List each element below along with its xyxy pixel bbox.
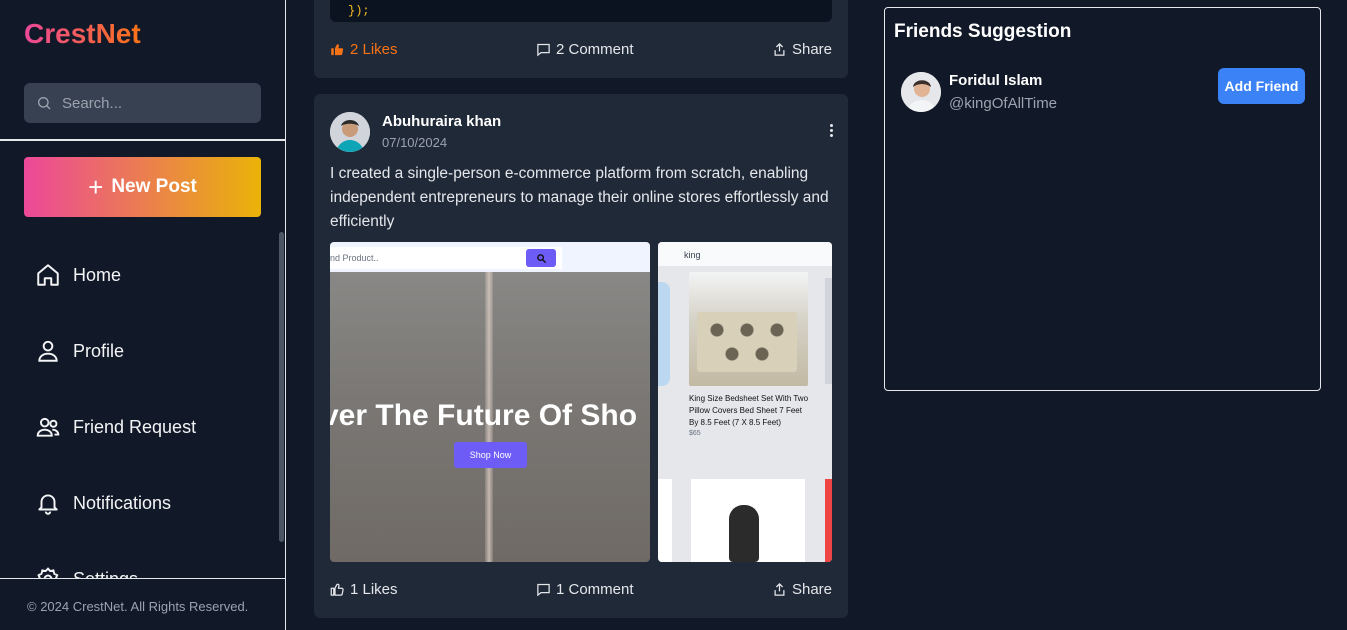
product-image-headphones	[691, 479, 805, 562]
sidebar-item-friend-request[interactable]: Friend Request	[35, 414, 196, 440]
post-author: Abuhuraira khan 07/10/2024	[330, 112, 501, 152]
friends-suggestion-panel: Friends Suggestion Foridul Islam @kingOf…	[884, 7, 1321, 391]
author-name[interactable]: Abuhuraira khan	[382, 113, 501, 130]
product-thumbnail	[658, 479, 672, 562]
home-icon	[37, 264, 59, 286]
product-title: King Size Bedsheet Set With Two Pillow C…	[689, 394, 809, 427]
sidebar-nav: Home Profile Friend Request Notification…	[0, 238, 278, 578]
sidebar-item-label: Profile	[73, 340, 125, 361]
post-card: Abuhuraira khan 07/10/2024 I created a s…	[314, 94, 848, 618]
share-label: Share	[791, 581, 832, 598]
search-input[interactable]	[62, 94, 242, 112]
sidebar-item-notifications[interactable]: Notifications	[35, 490, 171, 516]
thumbs-up-icon	[331, 44, 344, 56]
sidebar-item-label: Friend Request	[73, 416, 197, 437]
sidebar-item-label: Home	[73, 264, 122, 285]
footer-divider	[0, 578, 286, 579]
friend-name[interactable]: Foridul Islam	[949, 72, 1057, 89]
post-actions: 1 Likes 1 Comment Share	[330, 581, 832, 598]
new-post-button[interactable]: + New Post	[24, 157, 261, 217]
post-image[interactable]: king King Size Bedsheet Set With Two Pil…	[658, 242, 832, 562]
post-actions: 2 Likes 2 Comment Share	[330, 41, 832, 58]
new-post-label: New Post	[111, 176, 197, 197]
comments-count: 1 Comment	[555, 581, 634, 598]
product-price: $65	[689, 430, 701, 437]
add-friend-button[interactable]: Add Friend	[1218, 68, 1305, 104]
comment-button[interactable]: 2 Comment	[536, 41, 634, 58]
search-icon	[38, 97, 51, 110]
post-date: 07/10/2024	[382, 135, 448, 150]
user-icon	[38, 340, 58, 362]
comment-button[interactable]: 1 Comment	[536, 581, 634, 598]
panel-title: Friends Suggestion	[894, 21, 1072, 42]
share-label: Share	[791, 41, 832, 58]
post-card: }); 2 Likes 2 Comment Share	[314, 0, 848, 78]
comment-icon	[537, 583, 550, 597]
comment-icon	[537, 43, 550, 57]
search-box[interactable]	[24, 83, 261, 123]
image-search-query: king	[684, 250, 701, 260]
image-search-bar: king	[658, 242, 832, 266]
sidebar-item-label: Settings	[73, 569, 138, 579]
thumbs-up-icon	[330, 583, 344, 596]
more-options-icon[interactable]	[830, 124, 834, 137]
product-thumbnail	[825, 278, 832, 384]
comments-count: 2 Comment	[555, 41, 634, 58]
product-thumbnail	[825, 479, 832, 562]
like-button[interactable]: 2 Likes	[330, 41, 398, 58]
code-snippet-image: });	[330, 0, 832, 22]
sidebar: CrestNet + New Post Home Profile Friend …	[0, 0, 286, 630]
gear-icon	[37, 567, 59, 578]
sidebar-item-home[interactable]: Home	[35, 262, 121, 288]
copyright-footer: © 2024 CrestNet. All Rights Reserved.	[27, 599, 249, 614]
users-icon	[36, 417, 60, 437]
friend-suggestion-item: Foridul Islam @kingOfAllTime	[901, 72, 1057, 112]
post-text: I created a single-person e-commerce pla…	[330, 165, 829, 230]
share-icon	[774, 42, 785, 56]
image-shop-button: Shop Now	[454, 442, 527, 468]
image-search-bar: nd Product..	[330, 242, 650, 272]
bell-icon	[38, 494, 58, 515]
product-image-bedsheet	[689, 272, 808, 386]
sidebar-scrollbar[interactable]	[279, 232, 284, 542]
share-icon	[774, 582, 785, 596]
like-button[interactable]: 1 Likes	[330, 581, 398, 598]
avatar[interactable]	[901, 72, 941, 112]
share-button[interactable]: Share	[772, 41, 832, 58]
likes-count: 2 Likes	[350, 41, 398, 58]
image-headline: ver The Future Of Sho	[330, 399, 638, 432]
search-icon	[526, 249, 556, 267]
app-logo[interactable]: CrestNet	[24, 18, 141, 50]
sidebar-item-label: Notifications	[73, 492, 172, 513]
plus-icon: +	[88, 172, 104, 202]
sidebar-item-settings[interactable]: Settings	[35, 566, 138, 578]
code-line: });	[348, 4, 370, 18]
sidebar-item-profile[interactable]: Profile	[35, 338, 124, 364]
sidebar-divider	[0, 139, 286, 141]
product-thumbnail	[658, 282, 670, 386]
avatar[interactable]	[330, 112, 370, 152]
post-image[interactable]: nd Product.. ver The Future Of Sho Shop …	[330, 242, 650, 562]
share-button[interactable]: Share	[772, 581, 832, 598]
likes-count: 1 Likes	[350, 581, 398, 598]
friend-handle: @kingOfAllTime	[949, 95, 1058, 112]
